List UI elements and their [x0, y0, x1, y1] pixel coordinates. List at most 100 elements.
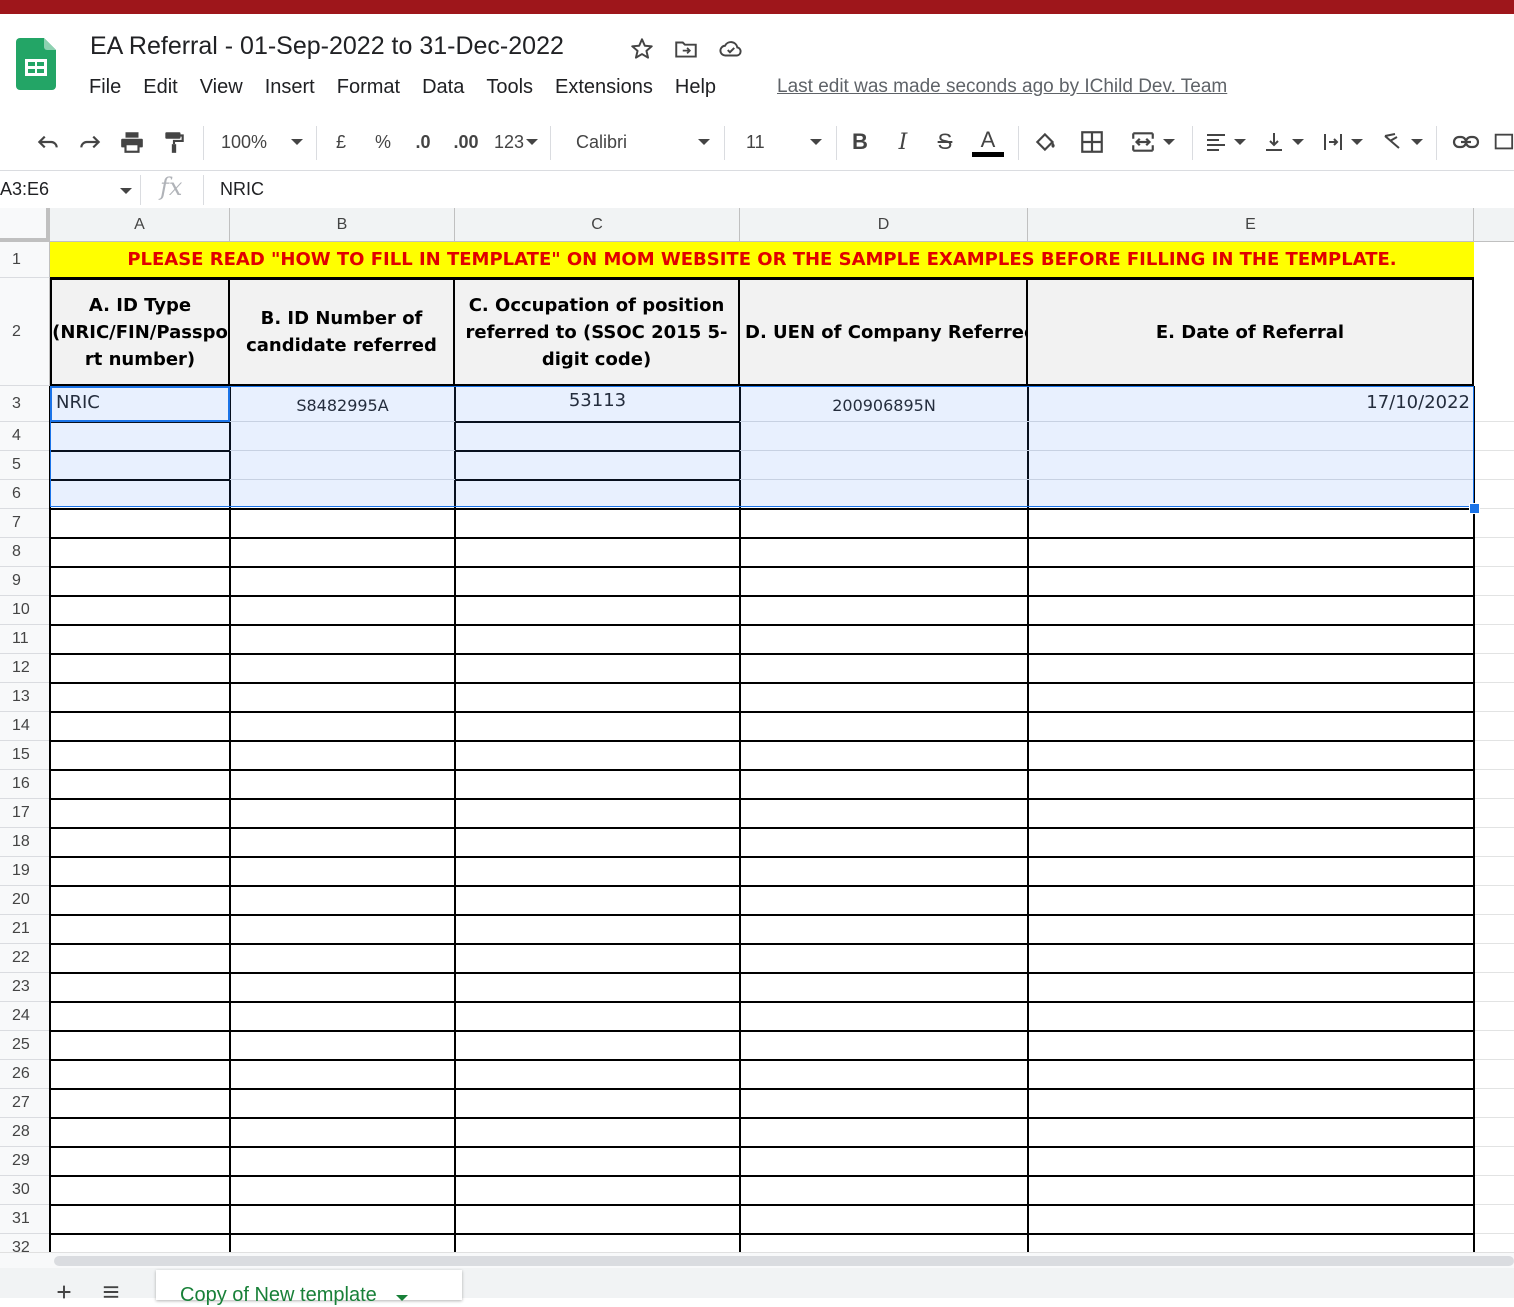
menu-extensions[interactable]: Extensions [555, 76, 653, 102]
column-header-b[interactable]: B [230, 208, 455, 242]
text-wrap-button[interactable] [1316, 118, 1368, 166]
more-formats-button[interactable]: 123 [490, 118, 542, 166]
row-header[interactable]: 26 [0, 1060, 50, 1089]
row-header[interactable]: 28 [0, 1118, 50, 1147]
fill-handle[interactable] [1469, 503, 1480, 514]
row-header[interactable]: 13 [0, 683, 50, 712]
vertical-align-button[interactable] [1258, 118, 1308, 166]
row-header[interactable]: 10 [0, 596, 50, 625]
row-header[interactable]: 6 [0, 480, 50, 509]
star-icon[interactable] [629, 36, 655, 62]
row-header[interactable]: 22 [0, 944, 50, 973]
row-header[interactable]: 31 [0, 1205, 50, 1234]
row-header[interactable]: 15 [0, 741, 50, 770]
row-header[interactable]: 8 [0, 538, 50, 567]
row-header[interactable]: 16 [0, 770, 50, 799]
row-header[interactable]: 5 [0, 451, 50, 480]
name-box[interactable]: A3:E6 [0, 179, 49, 200]
sheet-tab[interactable]: Copy of New template [156, 1270, 462, 1306]
cell-e3[interactable]: 17/10/2022 [1028, 392, 1470, 420]
row-header[interactable]: 30 [0, 1176, 50, 1205]
strikethrough-button[interactable]: S [930, 118, 960, 166]
increase-decimal-button[interactable]: .00 [448, 118, 484, 166]
undo-button[interactable] [30, 118, 66, 166]
column-header-a[interactable]: A [50, 208, 230, 242]
formula-input[interactable]: NRIC [220, 179, 264, 200]
currency-format-button[interactable]: £ [326, 118, 356, 166]
menu-format[interactable]: Format [337, 76, 400, 102]
insert-comment-button[interactable] [1492, 118, 1514, 166]
row-header[interactable]: 4 [0, 422, 50, 451]
row-header[interactable]: 11 [0, 625, 50, 654]
header-uen[interactable]: D. UEN of Company Referred to [740, 278, 1028, 386]
header-date-of-referral[interactable]: E. Date of Referral [1028, 278, 1474, 386]
chevron-down-icon[interactable] [120, 188, 132, 194]
bold-button[interactable]: B [845, 118, 875, 166]
horizontal-scrollbar[interactable] [0, 1252, 1514, 1269]
redo-button[interactable] [72, 118, 108, 166]
header-occupation[interactable]: C. Occupation of position referred to (S… [455, 278, 740, 386]
menu-data[interactable]: Data [422, 76, 464, 102]
menu-tools[interactable]: Tools [486, 76, 533, 102]
italic-button[interactable]: I [888, 118, 918, 166]
cloud-status-icon[interactable] [718, 36, 744, 62]
row-header[interactable]: 27 [0, 1089, 50, 1118]
font-family-select[interactable]: Calibri [566, 118, 716, 166]
horizontal-align-button[interactable] [1200, 118, 1250, 166]
row-header[interactable]: 9 [0, 567, 50, 596]
percent-format-button[interactable]: % [368, 118, 398, 166]
fill-color-button[interactable] [1030, 118, 1062, 166]
row-header[interactable]: 17 [0, 799, 50, 828]
header-id-type[interactable]: A. ID Type (NRIC/FIN/Passpo rt number) [50, 278, 230, 386]
sheets-logo-icon[interactable] [16, 38, 56, 90]
select-all-corner[interactable] [0, 208, 50, 242]
move-folder-icon[interactable] [673, 36, 699, 62]
row-header[interactable]: 14 [0, 712, 50, 741]
text-color-button[interactable]: A [970, 118, 1006, 166]
decrease-decimal-button[interactable]: .0 [406, 118, 440, 166]
font-size-select[interactable]: 11 [736, 118, 830, 166]
column-header-e[interactable]: E [1028, 208, 1474, 242]
menu-edit[interactable]: Edit [143, 76, 177, 102]
column-header-d[interactable]: D [740, 208, 1028, 242]
row-header[interactable]: 29 [0, 1147, 50, 1176]
instruction-banner[interactable]: PLEASE READ "HOW TO FILL IN TEMPLATE" ON… [50, 242, 1474, 278]
cell-c3[interactable]: 53113 [455, 390, 740, 416]
row-header[interactable]: 23 [0, 973, 50, 1002]
row-header[interactable]: 18 [0, 828, 50, 857]
column-header-c[interactable]: C [455, 208, 740, 242]
borders-button[interactable] [1075, 118, 1109, 166]
paint-format-button[interactable] [156, 118, 192, 166]
header-id-number[interactable]: B. ID Number of candidate referred [230, 278, 455, 386]
row-header[interactable]: 19 [0, 857, 50, 886]
scrollbar-thumb[interactable] [54, 1256, 1514, 1266]
zoom-select[interactable]: 100% [216, 118, 308, 166]
toolbar-divider [1436, 126, 1437, 160]
row-header[interactable]: 21 [0, 915, 50, 944]
row-header[interactable]: 3 [0, 386, 50, 422]
menu-insert[interactable]: Insert [265, 76, 315, 102]
cell-d3[interactable]: 200906895N [740, 396, 1028, 422]
row-header[interactable]: 32 [0, 1234, 50, 1252]
last-edit-link[interactable]: Last edit was made seconds ago by IChild… [777, 76, 1227, 98]
menu-help[interactable]: Help [675, 76, 716, 102]
row-border [740, 1117, 1028, 1119]
text-rotation-button[interactable] [1376, 118, 1428, 166]
row-header[interactable]: 7 [0, 509, 50, 538]
print-button[interactable] [114, 118, 150, 166]
menu-view[interactable]: View [200, 76, 243, 102]
row-header[interactable]: 1 [0, 242, 50, 278]
insert-link-button[interactable] [1448, 118, 1484, 166]
active-cell[interactable] [50, 386, 230, 422]
row-header[interactable]: 20 [0, 886, 50, 915]
cell-b3[interactable]: S8482995A [230, 396, 455, 422]
row-header[interactable]: 12 [0, 654, 50, 683]
menu-file[interactable]: File [89, 76, 121, 102]
row-header[interactable]: 24 [0, 1002, 50, 1031]
row-border [740, 450, 1028, 451]
document-title[interactable]: EA Referral - 01-Sep-2022 to 31-Dec-2022 [90, 32, 564, 61]
column-header-f[interactable] [1474, 208, 1514, 242]
row-header[interactable]: 2 [0, 278, 50, 386]
row-header[interactable]: 25 [0, 1031, 50, 1060]
merge-cells-button[interactable] [1120, 118, 1184, 166]
